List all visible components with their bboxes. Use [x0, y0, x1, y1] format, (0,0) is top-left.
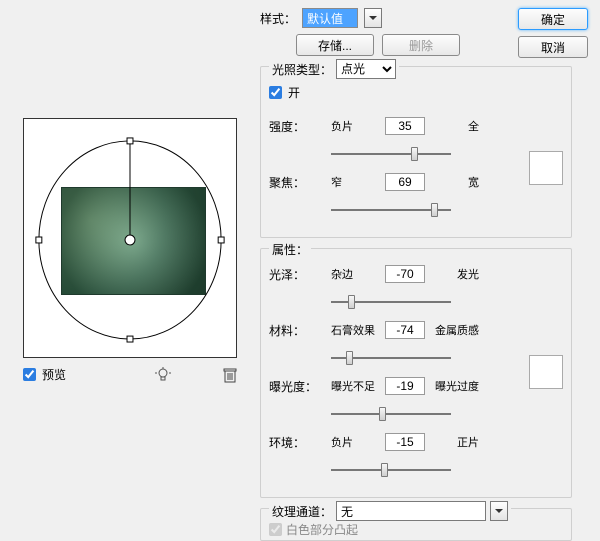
light-type-group: 光照类型： 点光 开 强度： 负片 全 [260, 66, 572, 238]
ambience-left-label: 负片 [331, 434, 377, 450]
light-gizmo[interactable] [24, 119, 236, 357]
intensity-label: 强度： [269, 118, 325, 135]
intensity-left-label: 负片 [331, 118, 377, 134]
texture-dropdown-icon[interactable] [490, 501, 508, 521]
texture-group: 纹理通道： 无 白色部分凸起 [260, 508, 572, 541]
gloss-right-label: 发光 [433, 266, 479, 282]
material-left-label: 石膏效果 [331, 322, 377, 338]
gloss-slider[interactable] [331, 294, 451, 310]
texture-channel-label: 纹理通道： [272, 503, 332, 520]
properties-group: 属性： 光泽： 杂边 发光 材料： 石膏效果 [260, 248, 572, 498]
delete-button: 删除 [382, 34, 460, 56]
light-type-select[interactable]: 点光 [336, 59, 396, 79]
ambience-slider[interactable] [331, 462, 451, 478]
ambient-color-swatch[interactable] [529, 355, 563, 389]
gloss-left-label: 杂边 [331, 266, 377, 282]
gloss-label: 光泽： [269, 266, 325, 283]
material-right-label: 金属质感 [433, 322, 479, 338]
material-value[interactable] [385, 321, 425, 339]
exposure-slider[interactable] [331, 406, 451, 422]
exposure-label: 曝光度： [269, 378, 325, 395]
intensity-value[interactable] [385, 117, 425, 135]
ambience-right-label: 正片 [433, 434, 479, 450]
exposure-left-label: 曝光不足 [331, 378, 377, 394]
exposure-value[interactable] [385, 377, 425, 395]
white-high-checkbox [269, 523, 282, 536]
focus-value[interactable] [385, 173, 425, 191]
light-on-checkbox[interactable] [269, 86, 282, 99]
intensity-right-label: 全 [433, 118, 479, 134]
material-slider[interactable] [331, 350, 451, 366]
preview-checkbox-label: 预览 [42, 366, 66, 383]
intensity-slider[interactable] [331, 146, 451, 162]
cancel-button[interactable]: 取消 [518, 36, 588, 58]
material-label: 材料： [269, 322, 325, 339]
ambience-value[interactable] [385, 433, 425, 451]
save-button[interactable]: 存储... [296, 34, 374, 56]
focus-right-label: 宽 [433, 174, 479, 190]
light-on-label: 开 [288, 84, 300, 101]
style-dropdown-icon[interactable] [364, 8, 382, 28]
ambience-label: 环境： [269, 434, 325, 451]
gloss-value[interactable] [385, 265, 425, 283]
texture-channel-select[interactable]: 无 [336, 501, 486, 521]
light-color-swatch[interactable] [529, 151, 563, 185]
preview-checkbox[interactable] [23, 368, 36, 381]
style-label: 样式： [260, 10, 296, 27]
exposure-right-label: 曝光过度 [433, 378, 479, 394]
add-light-icon[interactable] [155, 367, 171, 383]
ok-button[interactable]: 确定 [518, 8, 588, 30]
delete-light-icon[interactable] [223, 367, 237, 383]
focus-label: 聚焦： [269, 174, 325, 191]
focus-left-label: 窄 [331, 174, 377, 190]
properties-legend: 属性： [269, 241, 311, 258]
preview-pane[interactable] [23, 118, 237, 358]
light-type-legend: 光照类型： [272, 61, 332, 78]
style-select[interactable]: 默认值 [302, 8, 358, 28]
focus-slider[interactable] [331, 202, 451, 218]
white-high-label: 白色部分凸起 [286, 521, 358, 538]
